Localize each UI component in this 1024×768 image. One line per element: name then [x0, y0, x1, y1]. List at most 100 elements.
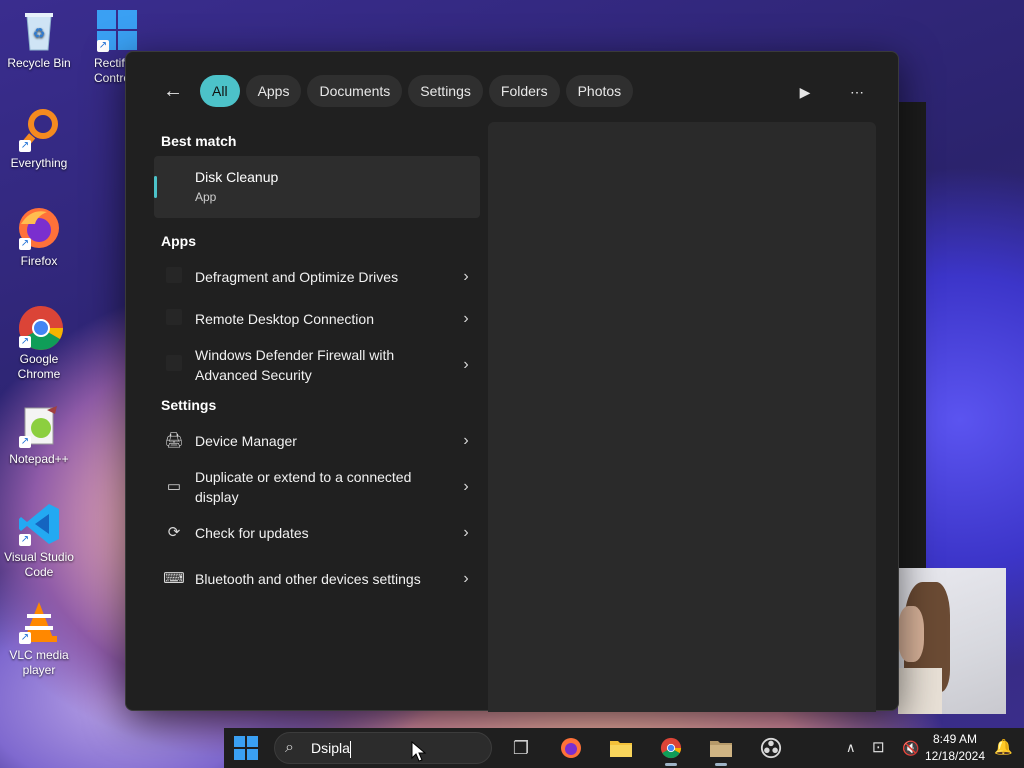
magnifier-everything-icon: ↗	[17, 108, 61, 152]
search-results-list: Best match Disk Cleanup App Apps Defragm…	[154, 126, 480, 604]
search-input[interactable]: Dsipla	[311, 740, 350, 756]
play-icon[interactable]: ▶	[788, 78, 822, 106]
result-label: Device Manager	[195, 433, 297, 449]
result-row-duplicate-display[interactable]: ▭ Duplicate or extend to a connected dis…	[154, 462, 480, 512]
search-flyout: ← All Apps Documents Settings Folders Ph…	[125, 51, 899, 712]
chevron-up-icon[interactable]: ∧	[846, 728, 856, 768]
vlc-icon: ↗	[17, 600, 61, 644]
search-filter-bar: ← All Apps Documents Settings Folders Ph…	[156, 74, 634, 108]
best-match-heading: Best match	[161, 133, 237, 149]
windows-control-icon: ↗	[95, 8, 139, 52]
apps-heading: Apps	[161, 233, 196, 249]
notepad-plus-plus-icon: ↗	[17, 404, 61, 448]
chevron-right-icon[interactable]: ›	[452, 356, 480, 374]
selection-accent	[154, 176, 157, 198]
taskbar-clock[interactable]: 8:49 AM 12/18/2024	[920, 731, 990, 765]
taskbar-search-box[interactable]: ⌕ Dsipla	[274, 732, 492, 764]
desktop-icon-label: Visual Studio Code	[4, 550, 74, 579]
text-caret	[350, 741, 351, 758]
desktop-icon-recycle-bin[interactable]: ♻ Recycle Bin	[4, 8, 74, 71]
recycle-bin-icon: ♻	[17, 8, 61, 52]
archive-folder-icon[interactable]	[706, 734, 736, 766]
app-placeholder-icon	[161, 267, 187, 287]
filter-folders[interactable]: Folders	[488, 75, 560, 107]
result-label: Defragment and Optimize Drives	[195, 269, 399, 285]
mouse-cursor-icon	[411, 741, 427, 762]
desktop-icon-label: Google Chrome	[17, 352, 61, 381]
app-placeholder-icon	[161, 309, 187, 329]
desktop-icon-label: Everything	[10, 156, 68, 170]
best-match-title: Disk Cleanup	[195, 169, 279, 185]
running-indicator	[715, 763, 727, 766]
desktop-icon-visual-studio-code[interactable]: ↗ Visual Studio Code	[4, 502, 74, 580]
shortcut-arrow-icon: ↗	[19, 238, 31, 250]
bluetooth-devices-icon: ⌨	[163, 570, 185, 587]
desktop-icon-everything[interactable]: ↗ Everything	[4, 108, 74, 171]
taskbar: ⌕ Dsipla ❐ ∧ ⊡ 🔇 8:49 AM 12/18/2024 🔔	[224, 728, 1024, 768]
chevron-right-icon[interactable]: ›	[452, 268, 480, 286]
desktop-icon-notepad-plus-plus[interactable]: ↗ Notepad++	[4, 404, 74, 467]
shortcut-arrow-icon: ↗	[19, 534, 31, 546]
taskbar-chrome-icon[interactable]	[656, 734, 686, 766]
vscode-icon: ↗	[17, 502, 61, 546]
shortcut-arrow-icon: ↗	[97, 40, 109, 52]
result-row-check-updates[interactable]: ⟳ Check for updates ›	[154, 512, 480, 554]
chevron-right-icon[interactable]: ›	[452, 570, 480, 588]
file-explorer-icon[interactable]	[606, 734, 636, 762]
firefox-icon: ↗	[17, 206, 61, 250]
monitor-icon: ▭	[166, 478, 182, 495]
filter-apps[interactable]: Apps	[245, 75, 302, 107]
desktop-icon-label: VLC media player	[9, 648, 69, 677]
filter-photos[interactable]: Photos	[565, 75, 634, 107]
chevron-right-icon[interactable]: ›	[452, 432, 480, 450]
obs-studio-icon[interactable]	[756, 734, 786, 762]
clock-time: 8:49 AM	[932, 732, 978, 746]
result-row-device-manager[interactable]: 🖨 Device Manager ›	[154, 420, 480, 462]
network-icon[interactable]: ⊡	[872, 728, 885, 768]
filter-all[interactable]: All	[200, 75, 240, 107]
result-row-remote-desktop[interactable]: Remote Desktop Connection ›	[154, 298, 480, 340]
volume-muted-icon[interactable]: 🔇	[902, 728, 919, 768]
result-row-defragment[interactable]: Defragment and Optimize Drives ›	[154, 256, 480, 298]
result-preview-pane	[488, 122, 876, 712]
chrome-icon: ↗	[17, 304, 63, 350]
result-row-bluetooth-devices[interactable]: ⌨ Bluetooth and other devices settings ›	[154, 554, 480, 604]
running-indicator	[665, 763, 677, 766]
filter-documents[interactable]: Documents	[307, 75, 403, 107]
search-icon: ⌕	[285, 739, 294, 756]
search-toolbar-right: ▶ ⋯	[788, 78, 874, 106]
result-row-defender-firewall[interactable]: Windows Defender Firewall with Advanced …	[154, 340, 480, 390]
webcam-overlay	[898, 568, 1006, 714]
result-label: Windows Defender Firewall with Advanced …	[195, 347, 395, 383]
desktop-icon-label: Notepad++	[9, 452, 69, 466]
device-manager-icon: 🖨	[164, 432, 184, 449]
desktop-icon-label: Recycle Bin	[7, 56, 71, 70]
app-placeholder-icon	[161, 355, 187, 375]
shortcut-arrow-icon: ↗	[19, 140, 31, 152]
result-label: Remote Desktop Connection	[195, 311, 374, 327]
result-label: Bluetooth and other devices settings	[195, 571, 421, 587]
best-match-item[interactable]: Disk Cleanup App	[154, 156, 480, 218]
notification-bell-icon[interactable]: 🔔	[994, 728, 1013, 768]
shortcut-arrow-icon: ↗	[19, 336, 31, 348]
result-label: Duplicate or extend to a connected displ…	[195, 469, 412, 505]
desktop-icon-google-chrome[interactable]: ↗ Google Chrome	[4, 304, 74, 382]
svg-text:♻: ♻	[33, 25, 46, 41]
shortcut-arrow-icon: ↗	[19, 436, 31, 448]
taskbar-firefox-icon[interactable]	[556, 734, 586, 762]
chevron-right-icon[interactable]: ›	[452, 478, 480, 496]
refresh-icon: ⟳	[167, 524, 181, 541]
settings-heading: Settings	[161, 397, 217, 413]
task-view-icon[interactable]: ❐	[506, 734, 536, 762]
result-label: Check for updates	[195, 525, 309, 541]
start-button[interactable]	[234, 736, 258, 760]
chevron-right-icon[interactable]: ›	[452, 310, 480, 328]
more-options-icon[interactable]: ⋯	[840, 78, 874, 106]
back-arrow-icon[interactable]: ←	[156, 75, 190, 107]
desktop-icon-vlc-media-player[interactable]: ↗ VLC media player	[4, 600, 74, 678]
desktop-icon-firefox[interactable]: ↗ Firefox	[4, 206, 74, 269]
desktop-icon-label: Firefox	[20, 254, 58, 268]
clock-date: 12/18/2024	[924, 749, 986, 763]
filter-settings[interactable]: Settings	[408, 75, 483, 107]
chevron-right-icon[interactable]: ›	[452, 524, 480, 542]
